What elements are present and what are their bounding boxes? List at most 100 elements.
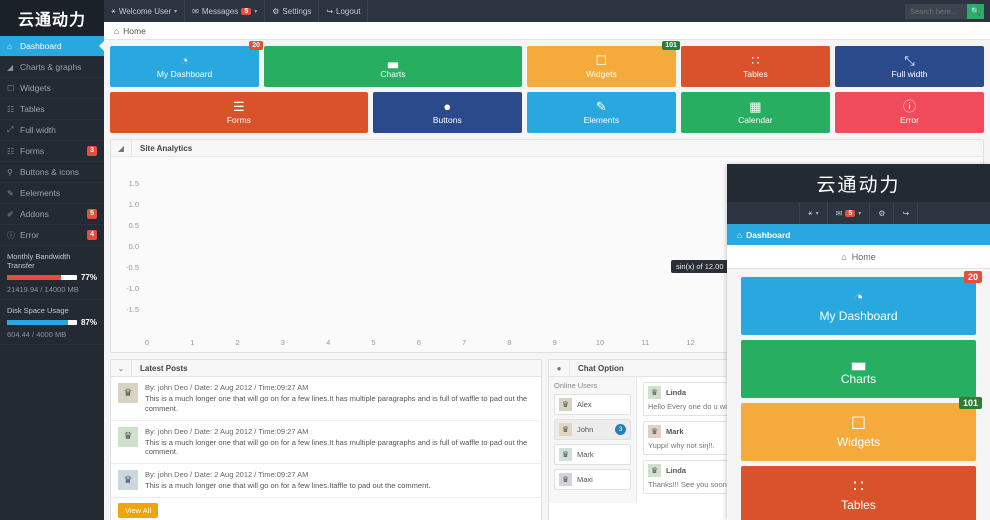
overlay-badge: 5: [845, 210, 855, 217]
search-icon[interactable]: 🔍: [967, 4, 984, 19]
overlay-brand[interactable]: 云通动力: [727, 164, 990, 202]
dashboard-gauge-icon: ◔: [853, 289, 863, 306]
meter-percent: 87%: [81, 318, 97, 327]
tile-buttons[interactable]: ●Buttons: [373, 92, 522, 133]
tile-forms[interactable]: ☰Forms: [110, 92, 368, 133]
user-list-item[interactable]: ♛John3: [554, 419, 631, 440]
overlay-tile-tables[interactable]: ∷Tables: [741, 466, 976, 520]
meter-title: Disk Space Usage: [7, 306, 97, 315]
meter-detail: 21419.94 / 14000 MB: [7, 285, 97, 294]
sidebar-item-label: Buttons & icons: [20, 167, 97, 177]
info-icon: ⓘ: [7, 230, 20, 241]
view-all-button[interactable]: View All: [118, 503, 158, 518]
avatar: ♛: [559, 398, 572, 411]
avatar: ♛: [648, 386, 661, 399]
post-item: ♛By: john Deo / Date: 2 Aug 2012 / Time:…: [111, 464, 541, 498]
panel-header: ◢ Site Analytics: [111, 140, 983, 157]
x-tick-label: 8: [507, 338, 511, 347]
meter-fill: [7, 275, 61, 280]
user-list-item[interactable]: ♛ Alex: [554, 394, 631, 415]
user-name: Mark: [577, 450, 626, 459]
overlay-dashboard-label: Dashboard: [746, 230, 790, 240]
overlay-envelope-button[interactable]: ✉5▾: [827, 202, 870, 224]
envelope-icon: ✉: [192, 7, 199, 16]
x-tick-label: 1: [190, 338, 194, 347]
overlay-brand-name: 云通动力: [816, 170, 900, 197]
avatar: ♛: [559, 448, 572, 461]
expand-arrows-icon: ⤡: [904, 54, 914, 67]
breadcrumb-label[interactable]: Home: [123, 26, 146, 36]
meter-detail: 604.44 / 4000 MB: [7, 330, 97, 339]
overlay-tile-widgets[interactable]: ☐Widgets101: [741, 403, 976, 461]
avatar: ♛: [648, 425, 661, 438]
chevron-down-icon: ▾: [858, 210, 861, 217]
chevron-down-icon: ▾: [174, 8, 177, 15]
topbar-logout[interactable]: ↪Logout: [319, 0, 368, 22]
tile-error[interactable]: ⓘError: [835, 92, 984, 133]
overlay-tile-charts[interactable]: ▃Charts: [741, 340, 976, 398]
latest-posts-panel: ⌄ Latest Posts ♛By: john Deo / Date: 2 A…: [110, 359, 542, 520]
sidebar-item-buttons-icons[interactable]: ⚲Buttons & icons: [0, 162, 104, 183]
overlay-gear-button[interactable]: ⚙: [869, 202, 893, 224]
topbar-items: ⚹Welcome User▾✉Messages5▾⚙Settings↪Logou…: [104, 0, 368, 22]
chart-tooltip: sin(x) of 12.00: [671, 260, 729, 273]
brand-logo[interactable]: 云通动力: [0, 0, 104, 36]
topbar-item-label: Logout: [336, 7, 360, 16]
y-tick-label: 1.5: [117, 179, 139, 188]
top-navbar: ⚹Welcome User▾✉Messages5▾⚙Settings↪Logou…: [104, 0, 990, 22]
overlay-tile-badge: 101: [959, 397, 982, 409]
overlay-toolbar: ⚹▾✉5▾⚙↪: [727, 202, 990, 224]
droplet-icon: ●: [443, 100, 451, 113]
grid-icon: ∷: [751, 54, 759, 67]
tile-calendar[interactable]: ▦Calendar: [681, 92, 830, 133]
sidebar-item-forms[interactable]: ☷Forms3: [0, 141, 104, 162]
tile-charts[interactable]: ▃Charts: [264, 46, 522, 87]
inbox-icon: ☐: [851, 415, 866, 432]
overlay-breadcrumb-label[interactable]: Home: [852, 252, 876, 262]
chevron-down-icon[interactable]: ⌄: [111, 360, 132, 376]
user-list-item[interactable]: ♛ Mark: [554, 444, 631, 465]
meter-monthly-bandwidth-transfer: Monthly Bandwidth Transfer 77% 21419.94 / …: [0, 246, 104, 300]
overlay-tile-badge: 20: [964, 271, 982, 283]
user-name: Alex: [577, 400, 626, 409]
sidebar-item-full-width[interactable]: ⤢Full width: [0, 120, 104, 141]
info-circle-icon: ⓘ: [903, 100, 916, 113]
expand-icon: ⤢: [7, 125, 20, 135]
user-list-item[interactable]: ♛Maxi: [554, 469, 631, 490]
sidebar-item-dashboard[interactable]: ⌂Dashboard: [0, 36, 104, 57]
tile-my-dashboard[interactable]: ◔My Dashboard20: [110, 46, 259, 87]
tile-tables[interactable]: ∷Tables: [681, 46, 830, 87]
overlay-tile-my-dashboard[interactable]: ◔My Dashboard20: [741, 277, 976, 335]
pencil-icon: ✎: [596, 100, 607, 113]
sidebar-item-badge: 3: [87, 146, 97, 156]
overlay-tile-label: Charts: [841, 372, 876, 386]
search-input[interactable]: [905, 4, 967, 19]
avatar: ♛: [559, 423, 572, 436]
y-tick-label: 1.0: [117, 200, 139, 209]
meter-title: Monthly Bandwidth Transfer: [7, 252, 97, 270]
overlay-user-button[interactable]: ⚹▾: [799, 202, 827, 224]
meter-track: [7, 320, 77, 325]
post-content: By: john Deo / Date: 2 Aug 2012 / Time:0…: [145, 470, 534, 491]
meter-percent: 77%: [81, 273, 97, 282]
sidebar-item-tables[interactable]: ☷Tables: [0, 99, 104, 120]
sidebar-item-widgets[interactable]: ☐Widgets: [0, 78, 104, 99]
tile-label: Charts: [380, 69, 405, 79]
sidebar-item-charts-graphs[interactable]: ◢Charts & graphs: [0, 57, 104, 78]
sidebar-item-addons[interactable]: ✐Addons5: [0, 204, 104, 225]
sidebar-item-eelements[interactable]: ✎Eelements: [0, 183, 104, 204]
overlay-logout-button[interactable]: ↪: [893, 202, 918, 224]
topbar-messages[interactable]: ✉Messages5▾: [185, 0, 265, 22]
avatar: ♛: [559, 473, 572, 486]
x-tick-label: 2: [236, 338, 240, 347]
tile-widgets[interactable]: ☐Widgets101: [527, 46, 676, 87]
tile-full-width[interactable]: ⤡Full width: [835, 46, 984, 87]
tile-elements[interactable]: ✎Elements: [527, 92, 676, 133]
sidebar-item-error[interactable]: ⓘError4: [0, 225, 104, 246]
tile-row: ☰Forms●Buttons✎Elements▦CalendarⓘError: [110, 92, 984, 133]
overlay-dashboard-bar[interactable]: ⌂ Dashboard: [727, 224, 990, 245]
topbar-settings[interactable]: ⚙Settings: [265, 0, 319, 22]
topbar-welcome-user[interactable]: ⚹Welcome User▾: [104, 0, 185, 22]
topbar-item-label: Settings: [282, 7, 311, 16]
message-sender: Mark: [666, 427, 684, 436]
